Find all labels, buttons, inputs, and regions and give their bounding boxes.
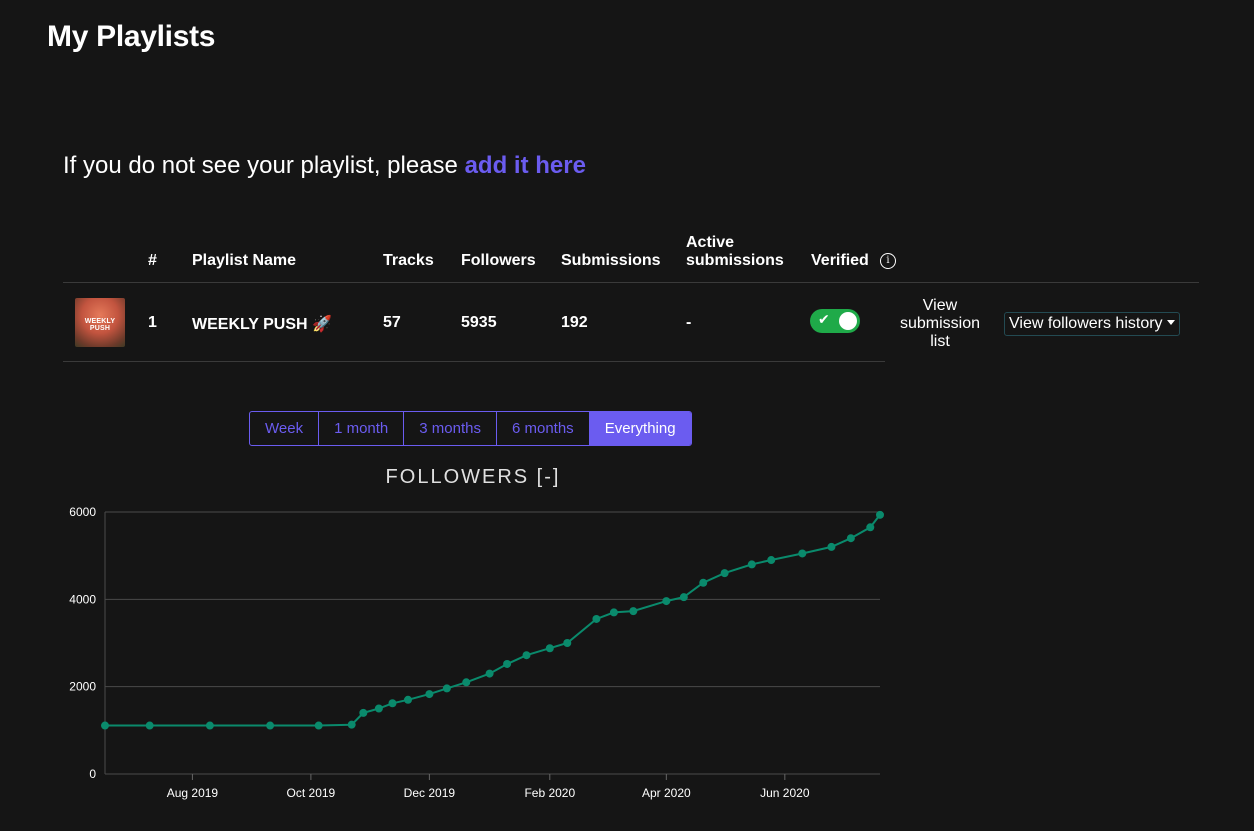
data-point — [767, 556, 776, 565]
y-tick-label: 2000 — [69, 680, 96, 694]
followers-line — [105, 514, 881, 727]
data-point — [347, 720, 356, 729]
x-tick-label: Apr 2020 — [642, 786, 691, 800]
data-point — [609, 608, 618, 617]
y-tick-label: 0 — [89, 767, 96, 781]
followers-chart: 0 2000 4000 6000 Aug 2019 Oct 2019 Dec 2019 Feb… — [69, 505, 884, 800]
data-point — [404, 695, 413, 704]
data-point — [425, 690, 434, 699]
y-tick-label: 4000 — [69, 592, 96, 606]
x-tick-label: Dec 2019 — [404, 786, 456, 800]
data-point — [699, 578, 708, 587]
x-tick-label: Aug 2019 — [167, 786, 219, 800]
data-point — [205, 721, 214, 730]
data-point — [629, 607, 638, 616]
data-point — [545, 644, 554, 653]
data-point — [485, 669, 494, 678]
data-point — [503, 659, 512, 668]
data-point — [563, 639, 572, 647]
x-tick-label: Feb 2020 — [524, 786, 575, 800]
y-tick-label: 6000 — [69, 505, 96, 519]
x-tick-label: Jun 2020 — [760, 786, 810, 800]
data-point — [314, 721, 323, 730]
data-point — [720, 569, 729, 578]
data-point — [747, 560, 756, 569]
data-point — [876, 510, 884, 519]
data-point — [266, 721, 275, 730]
data-point — [359, 708, 368, 717]
data-point — [592, 614, 601, 623]
data-point — [462, 678, 471, 687]
data-point — [866, 523, 875, 532]
data-point — [846, 534, 855, 543]
data-point — [442, 684, 451, 693]
data-point — [662, 597, 671, 606]
data-point — [374, 704, 383, 713]
data-point — [145, 721, 154, 730]
data-point — [798, 549, 807, 558]
x-tick-label: Oct 2019 — [287, 786, 336, 800]
data-point — [522, 651, 531, 660]
data-point — [679, 593, 688, 602]
data-point — [101, 721, 109, 730]
data-point — [827, 542, 836, 551]
data-point — [388, 699, 397, 708]
